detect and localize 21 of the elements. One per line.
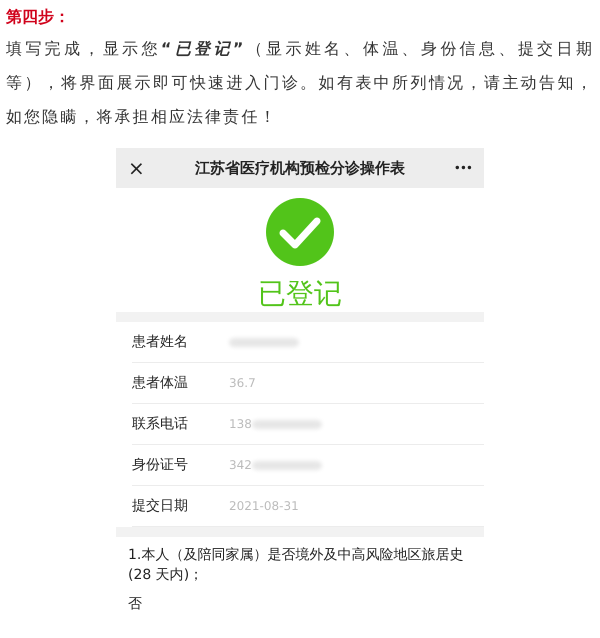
field-value: 342 (229, 458, 252, 472)
check-circle-icon (266, 198, 334, 266)
redaction-blur (252, 460, 322, 470)
field-label: 身份证号 (132, 456, 189, 474)
field-value: 138 (229, 417, 252, 431)
instruction-paragraph: 填写完成，显示您“已登记”（显示姓名、体温、身份信息、提交日期等），将界面展示即可快速进入门诊。如有表中所列情况，请主动告知，如您隐瞒，将承担相应法律责任！ (5, 38, 595, 128)
field-value: 36.7 (229, 376, 256, 390)
step-heading: 第四步： (5, 6, 71, 28)
redaction-blur (229, 338, 299, 346)
redaction-blur (252, 420, 322, 428)
field-label: 患者姓名 (132, 333, 189, 351)
field-label: 患者体温 (132, 374, 189, 392)
field-label: 联系电话 (132, 415, 189, 433)
more-button[interactable]: ••• (448, 161, 472, 175)
question-text: 1.本人（及陪同家属）是否境外及中高风险地区旅居史(28 天内)； (127, 546, 464, 585)
field-label: 提交日期 (132, 497, 189, 515)
close-button[interactable]: × (128, 156, 152, 180)
field-value: 2021-08-31 (229, 499, 299, 513)
answer-text: 否 (127, 595, 143, 613)
nav-title: 江苏省医疗机构预检分诊操作表 (194, 158, 406, 178)
status-text: 已登记 (258, 276, 342, 312)
